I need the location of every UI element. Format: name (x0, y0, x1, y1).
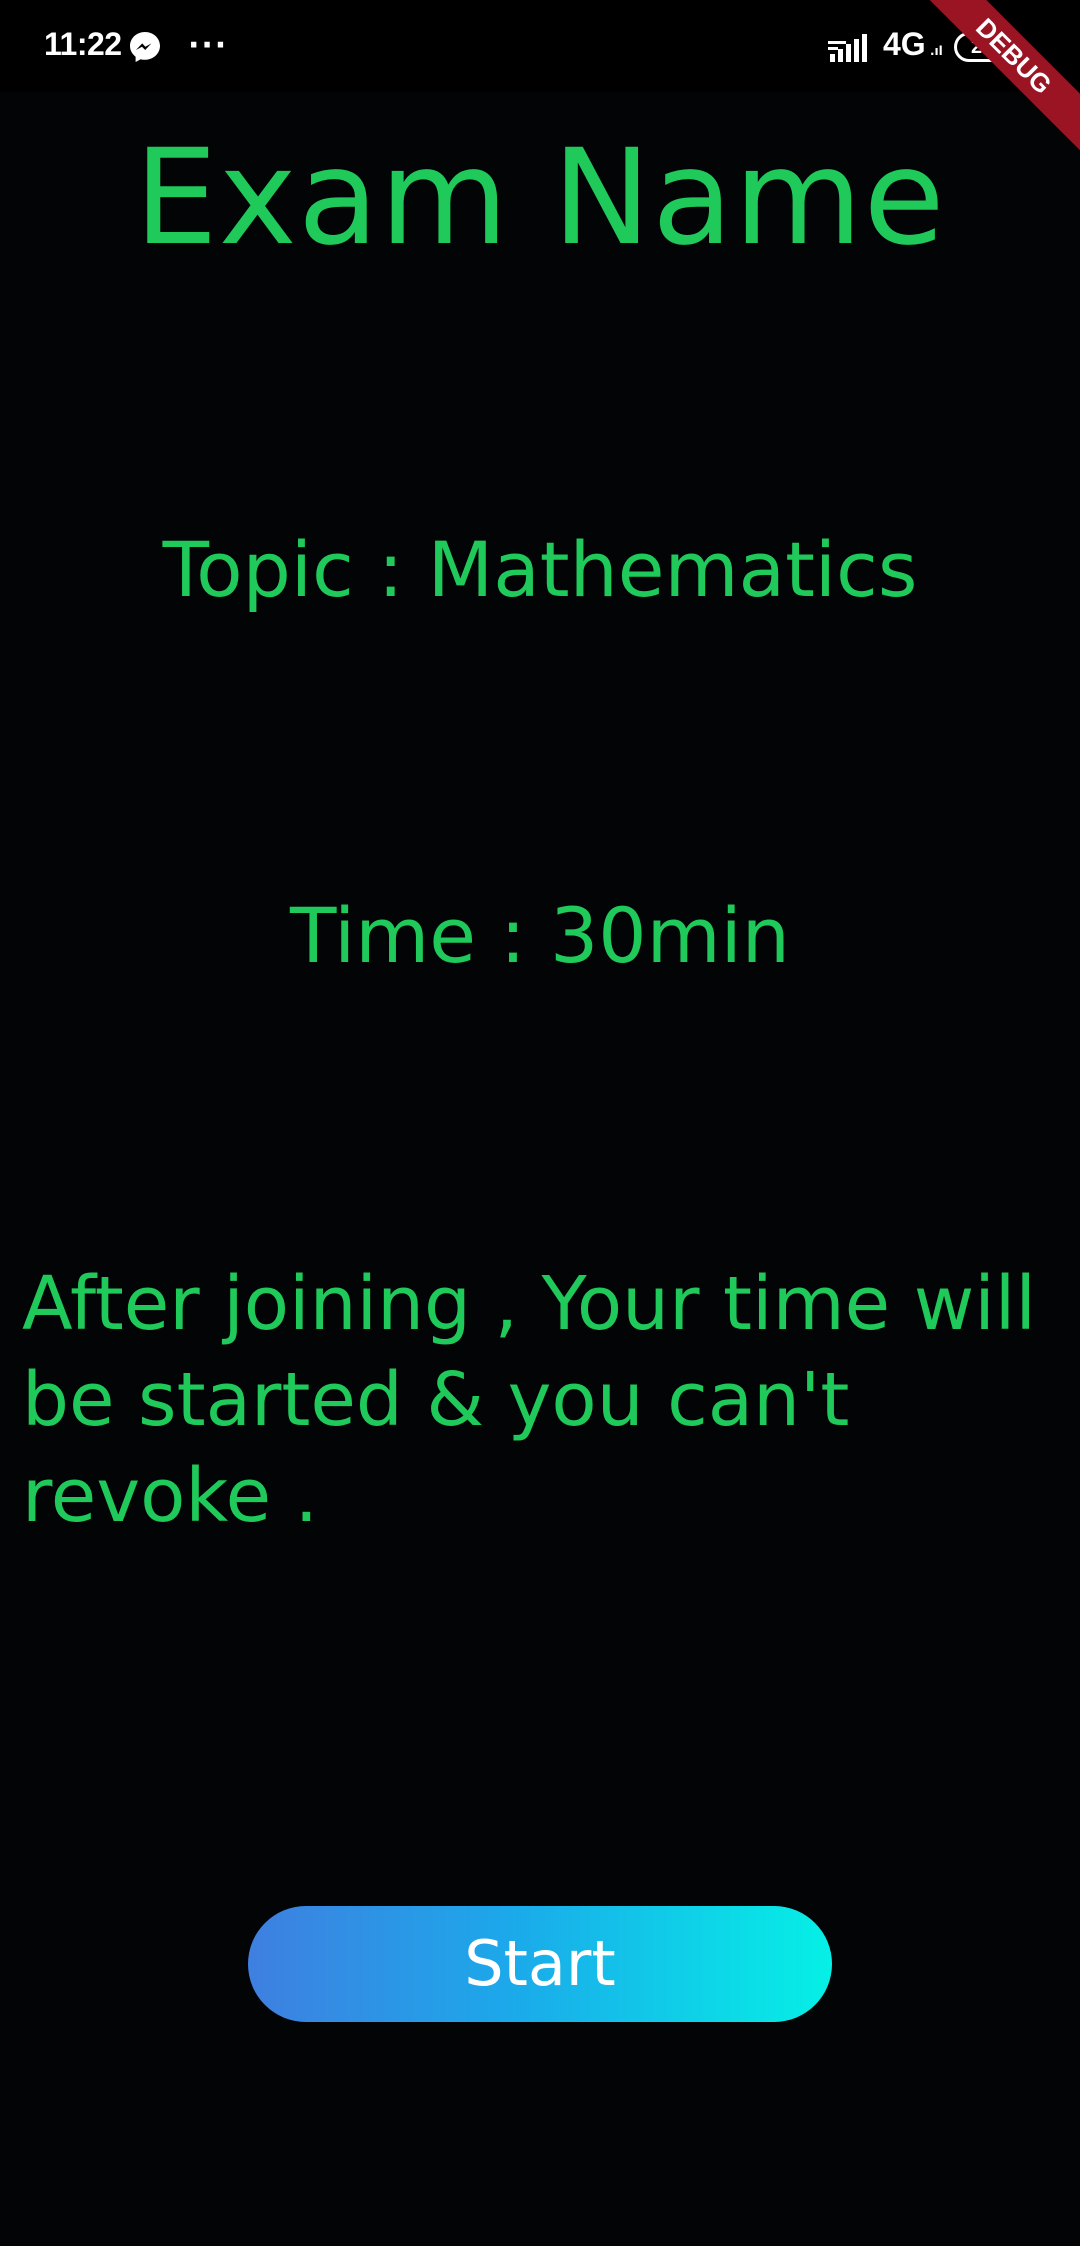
signal-icon (828, 34, 867, 62)
more-dots-icon: ··· (188, 28, 229, 63)
exam-title: Exam Name (134, 121, 946, 275)
exam-topic: Topic : Mathematics (162, 525, 918, 614)
messenger-icon (130, 32, 160, 62)
exam-notice: After joining , Your time will be starte… (22, 1261, 1036, 1539)
status-bar: 11:22 ··· 4G .ıl 26 (0, 0, 1080, 92)
status-time: 11:22 (44, 26, 122, 62)
start-button[interactable]: Start (248, 1906, 832, 2022)
exam-time: Time : 30min (290, 891, 790, 980)
